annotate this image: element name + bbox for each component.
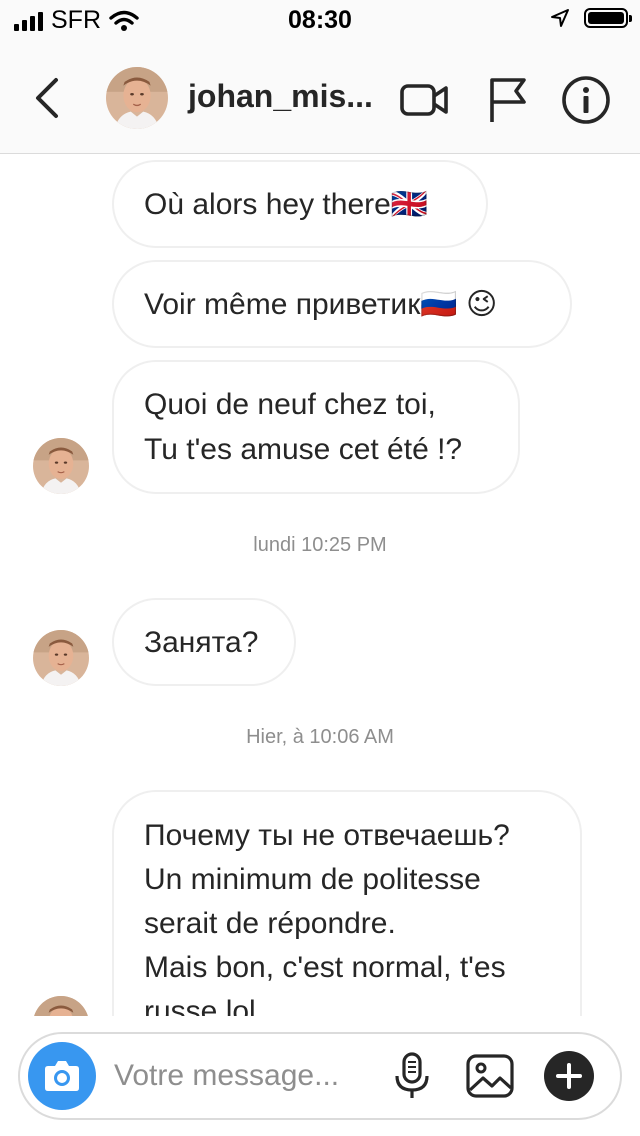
message-text: Voir même приветик🇷🇺 😉 [144, 288, 498, 321]
message-text: Tu t'es amuse cet été !? [144, 433, 463, 466]
status-bar: SFR 08:30 [0, 0, 640, 42]
message-bubble[interactable]: Занята? [112, 598, 296, 686]
sender-avatar[interactable] [33, 438, 89, 494]
message-text: Занята? [144, 626, 259, 659]
battery-icon [584, 8, 632, 28]
add-button[interactable] [544, 1051, 594, 1101]
chat-header: johan_mis... [0, 42, 640, 154]
message-text: Un minimum de politesse [144, 863, 481, 896]
message-text: Почему ты не отвечаешь? [144, 819, 510, 852]
timestamp: Hier, à 10:06 AM [246, 726, 394, 748]
image-icon[interactable] [464, 1050, 516, 1102]
message-bubble[interactable]: Où alors hey there🇬🇧 [112, 160, 488, 248]
status-time: 08:30 [288, 6, 352, 34]
timestamp: lundi 10:25 PM [253, 534, 387, 556]
message-bubble[interactable]: Почему ты не отвечаешь? Un minimum de po… [112, 790, 582, 1016]
message-text: serait de répondre. [144, 907, 396, 940]
message-composer [18, 1032, 622, 1120]
username[interactable]: johan_mis... [188, 78, 373, 115]
message-bubble[interactable]: Quoi de neuf chez toi, Tu t'es amuse cet… [112, 360, 520, 494]
message-text: Où alors hey there🇬🇧 [144, 188, 429, 221]
message-bubble[interactable]: Voir même приветик🇷🇺 😉 [112, 260, 572, 348]
avatar[interactable] [106, 67, 168, 129]
plus-icon [556, 1063, 582, 1089]
location-arrow-icon [551, 9, 569, 27]
sender-avatar[interactable] [33, 630, 89, 686]
status-right [550, 8, 632, 28]
back-button[interactable] [28, 76, 68, 120]
camera-icon [45, 1061, 79, 1091]
flag-icon[interactable] [482, 74, 534, 126]
info-icon[interactable] [560, 74, 612, 126]
message-text: russe lol [144, 995, 256, 1016]
camera-button[interactable] [28, 1042, 96, 1110]
message-text: Mais bon, c'est normal, t'es [144, 951, 506, 984]
message-thread[interactable]: Où alors hey there🇬🇧 Voir même приветик🇷… [0, 154, 640, 1016]
message-text: Quoi de neuf chez toi, [144, 388, 436, 421]
video-camera-icon[interactable] [398, 74, 450, 126]
microphone-icon[interactable] [386, 1050, 438, 1102]
message-input[interactable] [114, 1048, 364, 1104]
sender-avatar[interactable] [33, 996, 89, 1016]
